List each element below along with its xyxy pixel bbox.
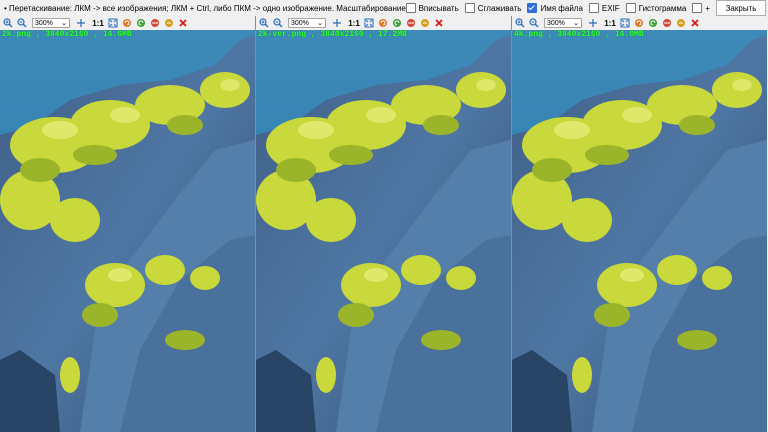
checkbox-box[interactable]: [692, 3, 703, 13]
zoom-value: 300%: [35, 19, 53, 27]
checkbox-label: +: [705, 3, 710, 13]
checkbox-box[interactable]: [405, 3, 416, 13]
flip-icon[interactable]: [149, 17, 161, 29]
rotate-left-icon[interactable]: [377, 17, 389, 29]
rotate-right-icon[interactable]: [135, 17, 147, 29]
swap-icon[interactable]: [163, 17, 175, 29]
checkbox-label: Вписывать: [418, 3, 459, 13]
zoom-out-icon[interactable]: [16, 17, 28, 29]
zoom-select[interactable]: 300% ⌄: [288, 18, 326, 28]
fit-icon[interactable]: [619, 17, 631, 29]
close-button[interactable]: Закрыть: [716, 0, 766, 16]
checkbox-label: Сглаживать: [477, 3, 522, 13]
zoom-select[interactable]: 300% ⌄: [32, 18, 70, 28]
image-panel-3: 300% ⌄ 1:1 4k.png , 3840x2160 , 14.0MB: [512, 16, 768, 432]
zoom-value: 300%: [291, 19, 309, 27]
plus-checkbox[interactable]: +: [692, 3, 710, 13]
checkbox-label: Гистограмма: [638, 3, 687, 13]
top-bar: • Перетаскивание: ЛКМ -> все изображения…: [0, 0, 768, 17]
histogram-checkbox[interactable]: Гистограмма: [625, 3, 687, 13]
zoom-in-icon[interactable]: [258, 17, 270, 29]
fit-checkbox[interactable]: Вписывать: [405, 3, 459, 13]
rotate-right-icon[interactable]: [391, 17, 403, 29]
image-view[interactable]: [512, 30, 767, 432]
actual-size-button[interactable]: 1:1: [347, 19, 361, 28]
file-caption: 2k-ver.png , 3840x2160 , 17.2MB: [258, 30, 407, 39]
file-caption: 4k.png , 3840x2160 , 14.0MB: [514, 30, 644, 39]
rotate-right-icon[interactable]: [647, 17, 659, 29]
checkbox-box[interactable]: [527, 3, 538, 13]
image-panel-1: 300% ⌄ 1:1 2k.png , 3840x2160 , 14.6MB: [0, 16, 255, 432]
checkbox-box[interactable]: [464, 3, 475, 13]
zoom-out-icon[interactable]: [528, 17, 540, 29]
arrows-icon[interactable]: [75, 17, 87, 29]
image-view[interactable]: [0, 30, 255, 432]
filename-checkbox[interactable]: Имя файла: [527, 3, 583, 13]
arrows-icon[interactable]: [331, 17, 343, 29]
actual-size-button[interactable]: 1:1: [603, 19, 617, 28]
checkbox-label: Имя файла: [540, 3, 583, 13]
smooth-checkbox[interactable]: Сглаживать: [464, 3, 522, 13]
flip-icon[interactable]: [405, 17, 417, 29]
fit-icon[interactable]: [363, 17, 375, 29]
checkbox-box[interactable]: [625, 3, 636, 13]
swap-icon[interactable]: [419, 17, 431, 29]
fit-icon[interactable]: [107, 17, 119, 29]
checkbox-label: EXIF: [601, 3, 620, 13]
actual-size-button[interactable]: 1:1: [91, 19, 105, 28]
zoom-in-icon[interactable]: [2, 17, 14, 29]
usage-hint: • Перетаскивание: ЛКМ -> все изображения…: [4, 3, 406, 13]
rotate-left-icon[interactable]: [633, 17, 645, 29]
swap-icon[interactable]: [675, 17, 687, 29]
zoom-select[interactable]: 300% ⌄: [544, 18, 582, 28]
arrows-icon[interactable]: [587, 17, 599, 29]
checkbox-box[interactable]: [588, 3, 599, 13]
chevron-down-icon: ⌄: [317, 20, 323, 27]
image-view[interactable]: [256, 30, 511, 432]
image-panel-2: 300% ⌄ 1:1 2k-ver.png , 3840x2160 , 17.2M…: [256, 16, 511, 432]
panel-toolbar: 300% ⌄ 1:1: [256, 16, 511, 30]
zoom-out-icon[interactable]: [272, 17, 284, 29]
rotate-left-icon[interactable]: [121, 17, 133, 29]
panel-toolbar: 300% ⌄ 1:1: [0, 16, 255, 30]
file-caption: 2k.png , 3840x2160 , 14.6MB: [2, 30, 132, 39]
chevron-down-icon: ⌄: [61, 20, 67, 27]
delete-icon[interactable]: [177, 17, 189, 29]
delete-icon[interactable]: [689, 17, 701, 29]
delete-icon[interactable]: [433, 17, 445, 29]
chevron-down-icon: ⌄: [573, 20, 579, 27]
exif-checkbox[interactable]: EXIF: [588, 3, 620, 13]
zoom-in-icon[interactable]: [514, 17, 526, 29]
zoom-value: 300%: [547, 19, 565, 27]
panel-toolbar: 300% ⌄ 1:1: [512, 16, 767, 30]
flip-icon[interactable]: [661, 17, 673, 29]
